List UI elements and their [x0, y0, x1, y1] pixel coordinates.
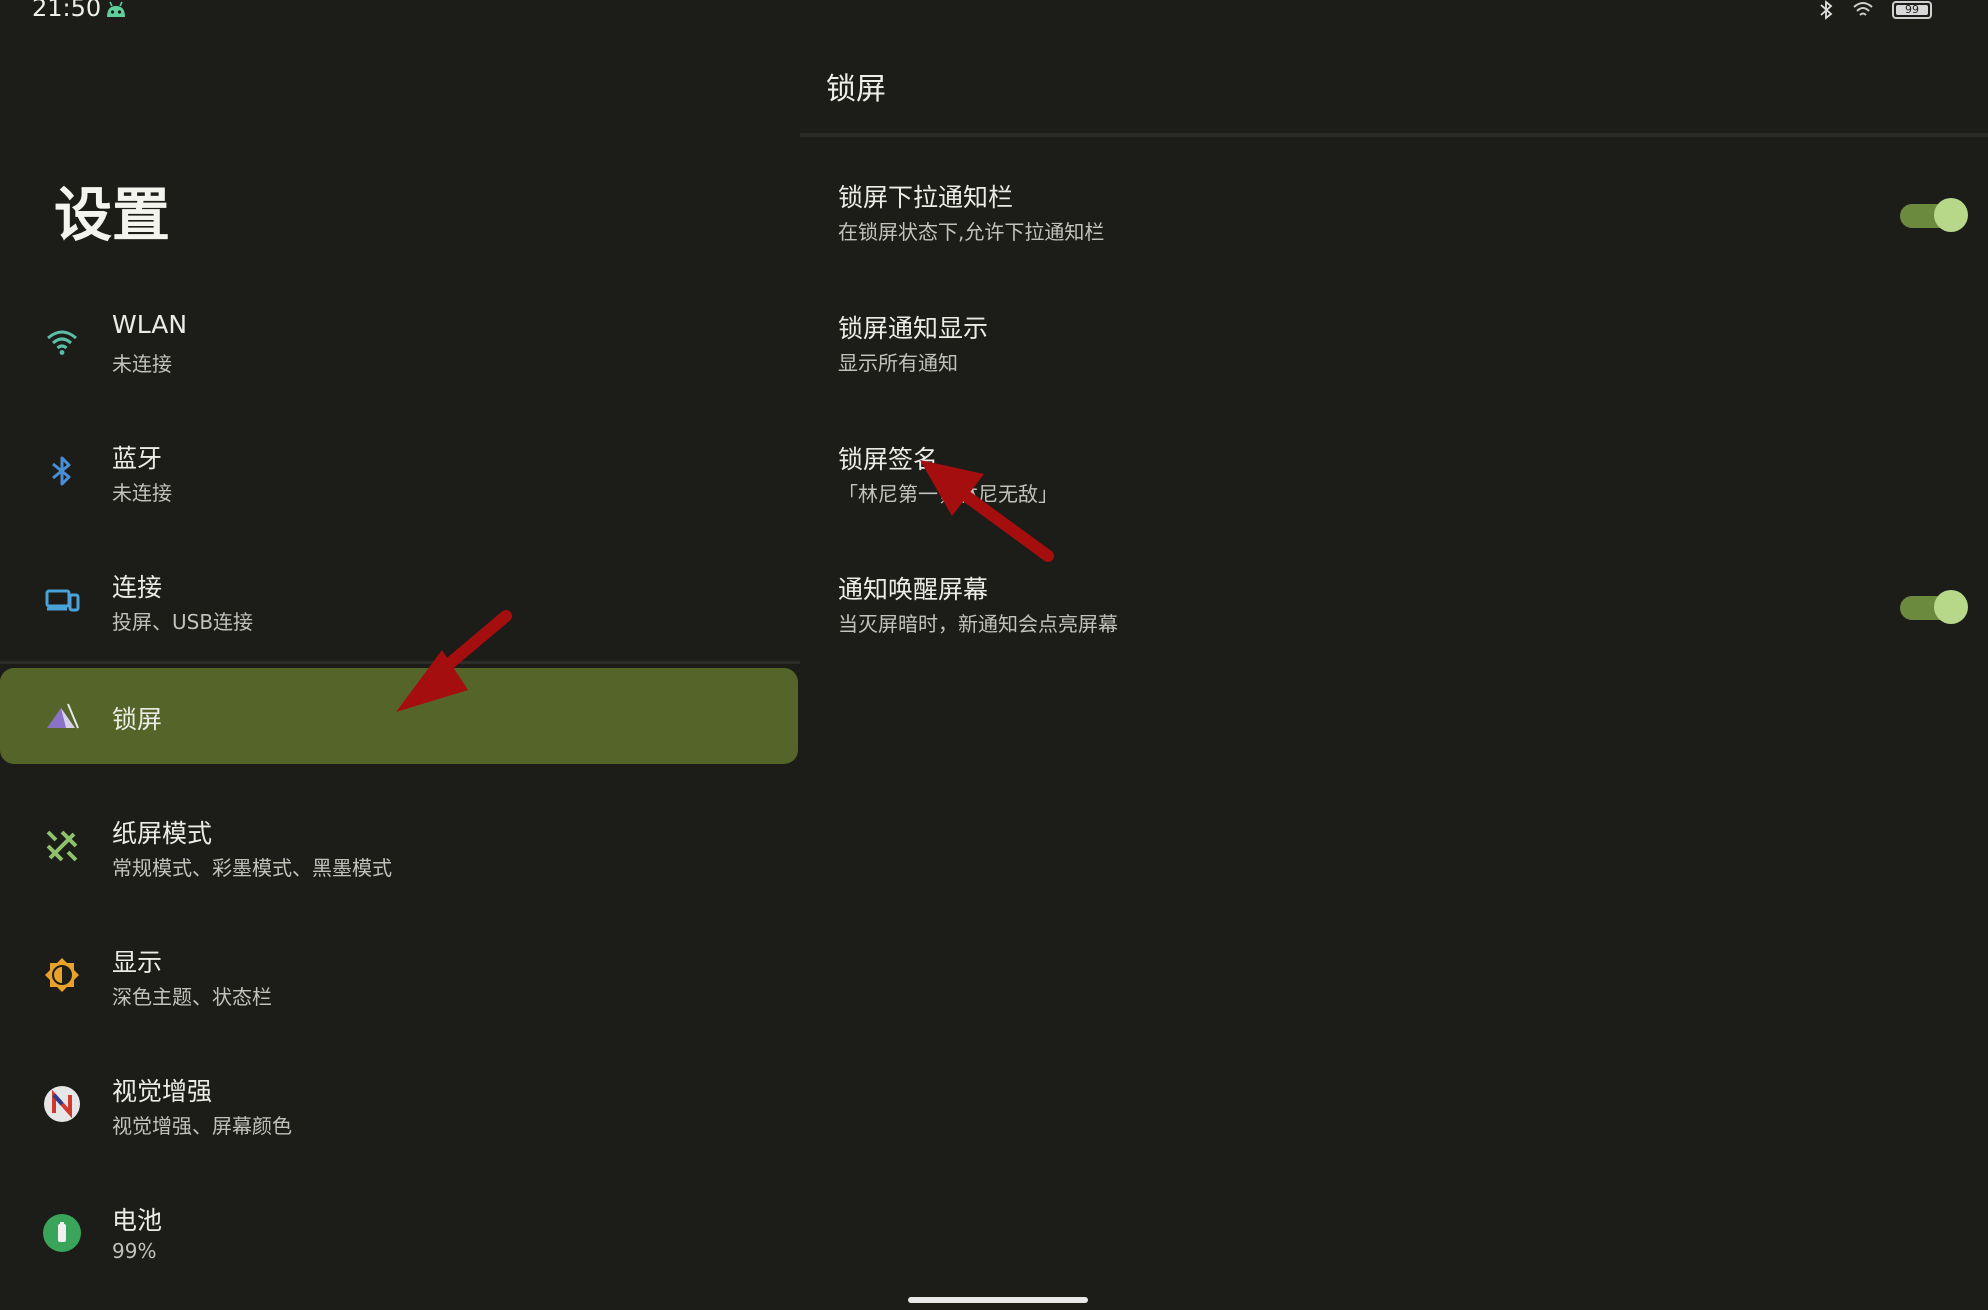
- setting-subtitle: 在锁屏状态下,允许下拉通知栏: [838, 220, 1105, 244]
- bluetooth-icon: [52, 456, 71, 486]
- nav-item-paper-mode[interactable]: 纸屏模式 常规模式、彩墨模式、黑墨模式: [0, 800, 800, 896]
- nav-item-label: WLAN: [112, 310, 188, 339]
- nav-item-wlan[interactable]: WLAN 未连接: [0, 296, 800, 392]
- switch-thumb: [1934, 590, 1968, 624]
- nav-item-label: 连接: [112, 573, 163, 602]
- nav-item-subtitle: 未连接: [112, 352, 172, 376]
- brightness-icon: [45, 958, 79, 992]
- pulldown-toggle-switch[interactable]: [1900, 198, 1968, 232]
- devices-icon: [45, 589, 80, 612]
- nav-item-subtitle: 投屏、USB连接: [112, 610, 254, 634]
- setting-lockscreen-signature[interactable]: 锁屏签名 「林尼第一，林尼无敌」: [800, 430, 1988, 530]
- nav-item-subtitle: 深色主题、状态栏: [112, 985, 272, 1009]
- nav-item-subtitle: 视觉增强、屏幕颜色: [112, 1114, 292, 1138]
- detail-separator: [800, 133, 1988, 137]
- nav-item-label: 锁屏: [112, 705, 163, 734]
- settings-nav-pane: 设置 WLAN 未连接 蓝牙 未连接 连接 投屏、USB连接 锁屏 纸屏模式 常…: [0, 0, 800, 1310]
- setting-subtitle: 当灭屏暗时，新通知会点亮屏幕: [838, 612, 1118, 636]
- lockscreen-detail-pane: 锁屏 锁屏下拉通知栏 在锁屏状态下,允许下拉通知栏 锁屏通知显示 显示所有通知 …: [800, 0, 1988, 1310]
- nav-item-label: 纸屏模式: [112, 819, 213, 848]
- paper-mode-icon: [46, 830, 78, 862]
- nav-item-label: 显示: [112, 948, 163, 977]
- wifi-icon: [47, 330, 77, 355]
- vision-icon: [44, 1086, 80, 1122]
- wake-screen-toggle-switch[interactable]: [1900, 590, 1968, 624]
- switch-thumb: [1934, 198, 1968, 232]
- nav-item-subtitle: 未连接: [112, 481, 172, 505]
- nav-item-display[interactable]: 显示 深色主题、状态栏: [0, 929, 800, 1025]
- home-indicator-bar[interactable]: [908, 1297, 1088, 1303]
- setting-label: 锁屏通知显示: [838, 314, 989, 343]
- setting-notification-wake-screen[interactable]: 通知唤醒屏幕 当灭屏暗时，新通知会点亮屏幕: [800, 560, 1988, 660]
- nav-divider: [0, 661, 800, 664]
- setting-label: 锁屏下拉通知栏: [838, 183, 1014, 212]
- nav-item-connection[interactable]: 连接 投屏、USB连接: [0, 554, 800, 650]
- setting-subtitle: 显示所有通知: [838, 351, 958, 375]
- page-title: 设置: [54, 181, 171, 249]
- battery-icon: [43, 1214, 81, 1252]
- nav-item-subtitle: 99%: [112, 1239, 157, 1263]
- nav-item-bluetooth[interactable]: 蓝牙 未连接: [0, 425, 800, 521]
- nav-item-label: 视觉增强: [112, 1077, 213, 1106]
- setting-label: 锁屏签名: [838, 445, 939, 474]
- lockscreen-icon: [47, 703, 79, 729]
- nav-item-subtitle: 常规模式、彩墨模式、黑墨模式: [112, 856, 392, 880]
- nav-item-label: 蓝牙: [112, 444, 163, 473]
- nav-item-lockscreen[interactable]: 锁屏: [0, 668, 798, 764]
- nav-item-label: 电池: [112, 1206, 163, 1235]
- nav-item-vision[interactable]: 视觉增强 视觉增强、屏幕颜色: [0, 1058, 800, 1154]
- nav-item-battery[interactable]: 电池 99%: [0, 1187, 800, 1283]
- setting-lockscreen-pulldown[interactable]: 锁屏下拉通知栏 在锁屏状态下,允许下拉通知栏: [800, 168, 1988, 268]
- detail-title: 锁屏: [826, 72, 886, 107]
- setting-label: 通知唤醒屏幕: [838, 575, 989, 604]
- setting-lockscreen-notification-display[interactable]: 锁屏通知显示 显示所有通知: [800, 299, 1988, 399]
- setting-subtitle: 「林尼第一，林尼无敌」: [838, 482, 1058, 506]
